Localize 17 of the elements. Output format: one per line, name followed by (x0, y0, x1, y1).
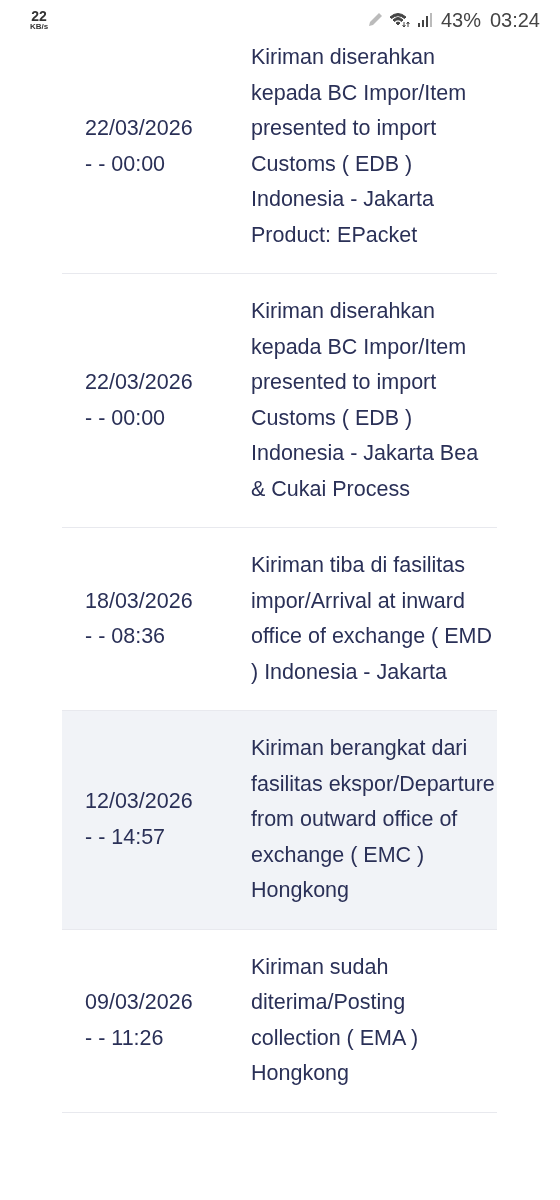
signal-icon (416, 12, 433, 28)
network-speed-unit: KB/s (30, 23, 49, 31)
event-datetime: 09/03/2026 - - 11:26 (85, 989, 194, 1052)
event-description: Kiriman tiba di fasilitas impor/Arrival at inward office of exchange ( EMD ) Indonesia - Jakarta (251, 552, 493, 686)
event-description: Kiriman sudah diterima/Posting collection ( EMA ) Hongkong (251, 953, 420, 1087)
event-description: Kiriman diserahkan kepada BC Impor/Item presented to import Customs ( EDB ) Indonesia - Jakarta Bea & Cukai Process (251, 298, 480, 503)
clock: 03:24 (489, 8, 540, 32)
event-datetime: 12/03/2026 - - 14:57 (85, 788, 194, 851)
battery-level: 43% (440, 8, 481, 32)
event-description: Kiriman diserahkan kepada BC Impor/Item presented to import Customs ( EDB ) Indonesia - Jakarta Product: EPacket (251, 44, 468, 249)
event-description: Kiriman berangkat dari fasilitas ekspor/Departure from outward office of exchange ( EMC ) Hongkong (251, 735, 496, 904)
event-datetime: 18/03/2026 - - 08:36 (85, 587, 194, 650)
event-datetime: 22/03/2026 - - 00:00 (85, 115, 194, 178)
network-speed: 22 (31, 9, 47, 23)
wifi-icon (388, 12, 411, 28)
pencil-icon (366, 12, 383, 28)
event-datetime: 22/03/2026 - - 00:00 (85, 369, 194, 432)
